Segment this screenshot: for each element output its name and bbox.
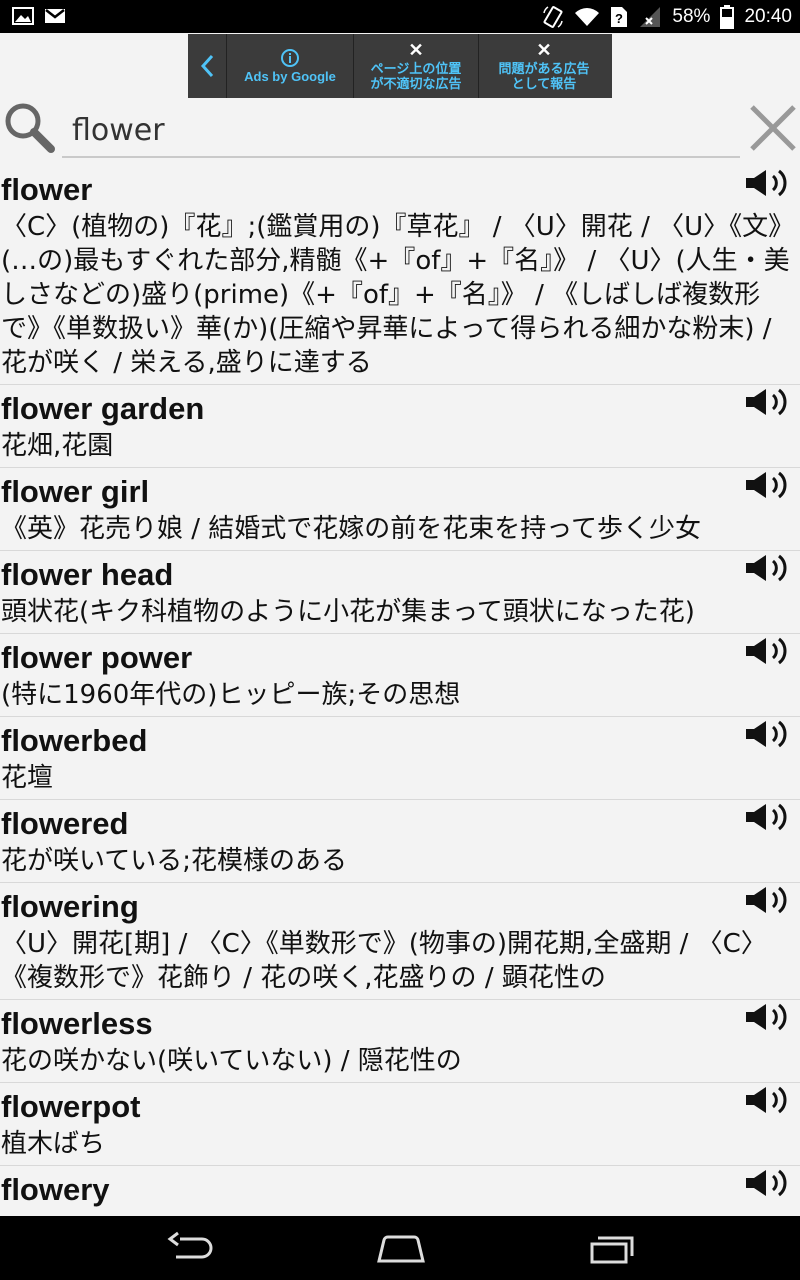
speaker-icon[interactable]: [744, 885, 796, 915]
speaker-icon[interactable]: [744, 1085, 796, 1115]
ad-banner[interactable]: Ads by Google ✕ ページ上の位置 が不適切な広告 ✕ 問題がある広…: [188, 34, 612, 98]
wifi-icon: [575, 7, 600, 26]
back-icon[interactable]: [166, 1230, 214, 1266]
report-position-button[interactable]: ✕ ページ上の位置 が不適切な広告: [354, 34, 479, 98]
search-input[interactable]: [62, 104, 740, 158]
status-bar: ? 58% 20:40: [0, 0, 800, 33]
list-item[interactable]: flower girl 《英》花売り娘 / 結婚式で花嫁の前を花束を持って歩く少女: [0, 468, 800, 551]
entry-word: flowered: [1, 806, 129, 841]
entry-word: flower: [1, 172, 93, 207]
recent-apps-icon[interactable]: [588, 1230, 636, 1266]
home-icon[interactable]: [376, 1230, 426, 1266]
entry-definition: 植木ばち: [1, 1129, 106, 1159]
ads-by-google-label: Ads by Google: [244, 68, 336, 84]
svg-text:?: ?: [615, 11, 623, 26]
speaker-icon[interactable]: [744, 387, 796, 417]
entry-word: flowerpot: [1, 1089, 141, 1124]
entry-definition: 〈U〉開花[期] / 〈C〉《単数形で》(物事の)開花期,全盛期 / 〈C〉《複…: [1, 929, 767, 993]
clock: 20:40: [744, 5, 792, 27]
entry-definition: 花の咲かない(咲いていない) / 隠花性の: [1, 1046, 462, 1076]
entry-definition: 花が咲いている;花模様のある: [1, 846, 347, 876]
entry-definition: 花畑,花園: [1, 431, 114, 461]
entry-word: flowerbed: [1, 723, 148, 758]
list-item[interactable]: flower power (特に1960年代の)ヒッピー族;その思想: [0, 634, 800, 717]
entry-definition: (特に1960年代の)ヒッピー族;その思想: [1, 680, 461, 710]
ad-back-button[interactable]: [188, 34, 227, 98]
battery-percent: 58%: [672, 5, 711, 27]
speaker-icon[interactable]: [744, 719, 796, 749]
close-icon: ✕: [536, 40, 552, 60]
gmail-icon: [45, 9, 65, 23]
entry-word: flower garden: [1, 391, 205, 426]
navigation-bar: [0, 1216, 800, 1280]
search-icon[interactable]: [2, 100, 56, 154]
list-item[interactable]: flowerbed 花壇: [0, 717, 800, 800]
report-problem-label: 問題がある広告 として報告: [498, 61, 590, 91]
list-item[interactable]: flowerpot 植木ばち: [0, 1083, 800, 1166]
list-item[interactable]: flower garden 花畑,花園: [0, 385, 800, 468]
clear-icon[interactable]: [748, 100, 798, 154]
entry-definition: 〈C〉(植物の)『花』;(鑑賞用の)『草花』 / 〈U〉開花 / 〈U〉《文》(…: [1, 212, 795, 378]
list-item[interactable]: flowerless 花の咲かない(咲いていない) / 隠花性の: [0, 1000, 800, 1083]
speaker-icon[interactable]: [744, 636, 796, 666]
entry-definition: 《英》花売り娘 / 結婚式で花嫁の前を花束を持って歩く少女: [1, 514, 701, 544]
results-list[interactable]: flower 〈C〉(植物の)『花』;(鑑賞用の)『草花』 / 〈U〉開花 / 〈…: [0, 166, 800, 1214]
speaker-icon[interactable]: [744, 802, 796, 832]
info-icon: [281, 48, 299, 67]
speaker-icon[interactable]: [744, 1002, 796, 1032]
list-item[interactable]: flowered 花が咲いている;花模様のある: [0, 800, 800, 883]
speaker-icon[interactable]: [744, 1168, 796, 1198]
entry-definition: 頭状花(キク科植物のように小花が集まって頭状になった花): [1, 597, 695, 627]
battery-icon: [720, 4, 735, 29]
list-item[interactable]: flower head 頭状花(キク科植物のように小花が集まって頭状になった花): [0, 551, 800, 634]
ads-by-google-button[interactable]: Ads by Google: [227, 34, 354, 98]
entry-definition: 花壇: [1, 763, 54, 793]
speaker-icon[interactable]: [744, 168, 796, 198]
gallery-icon: [12, 7, 34, 25]
rotation-icon: [543, 5, 564, 28]
chevron-left-icon: [200, 54, 214, 78]
speaker-icon[interactable]: [744, 553, 796, 583]
entry-word: flower head: [1, 557, 174, 592]
list-item[interactable]: flowery: [0, 1166, 800, 1214]
list-item[interactable]: flower 〈C〉(植物の)『花』;(鑑賞用の)『草花』 / 〈U〉開花 / 〈…: [0, 166, 800, 385]
entry-word: flower power: [1, 640, 193, 675]
close-icon: ✕: [408, 40, 424, 60]
signal-icon: [640, 6, 661, 27]
entry-word: flowering: [1, 889, 139, 924]
report-position-label: ページ上の位置 が不適切な広告: [370, 61, 462, 91]
entry-word: flowery: [1, 1172, 110, 1207]
unknown-sim-icon: ?: [611, 6, 628, 27]
entry-word: flowerless: [1, 1006, 153, 1041]
entry-word: flower girl: [1, 474, 150, 509]
speaker-icon[interactable]: [744, 470, 796, 500]
report-problem-button[interactable]: ✕ 問題がある広告 として報告: [479, 34, 609, 98]
list-item[interactable]: flowering 〈U〉開花[期] / 〈C〉《単数形で》(物事の)開花期,全盛…: [0, 883, 800, 1000]
